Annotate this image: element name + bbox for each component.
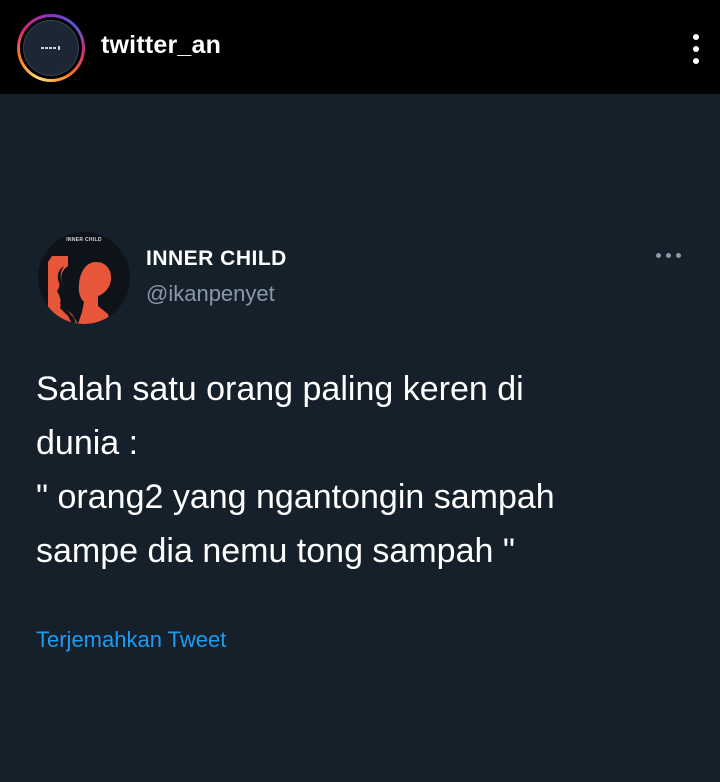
tweet-author-handle[interactable]: @ikanpenyet [146, 281, 275, 307]
avatar-logo-icon [41, 46, 60, 50]
profile-avatar-story-ring[interactable] [17, 14, 85, 82]
more-horizontal-icon[interactable] [654, 250, 684, 262]
tweet-author-name[interactable]: INNER CHILD [146, 247, 287, 271]
silhouette-logo-icon [48, 256, 112, 324]
tweet-author-avatar[interactable]: INNER CHILD [38, 232, 130, 324]
account-username[interactable]: twitter_an [101, 31, 221, 60]
translate-tweet-link[interactable]: Terjemahkan Tweet [36, 627, 226, 653]
tweet-text: Salah satu orang paling keren di dunia :… [36, 370, 555, 570]
more-vertical-icon[interactable] [686, 32, 706, 66]
post-header: twitter_an [0, 0, 720, 94]
profile-avatar [23, 20, 79, 76]
